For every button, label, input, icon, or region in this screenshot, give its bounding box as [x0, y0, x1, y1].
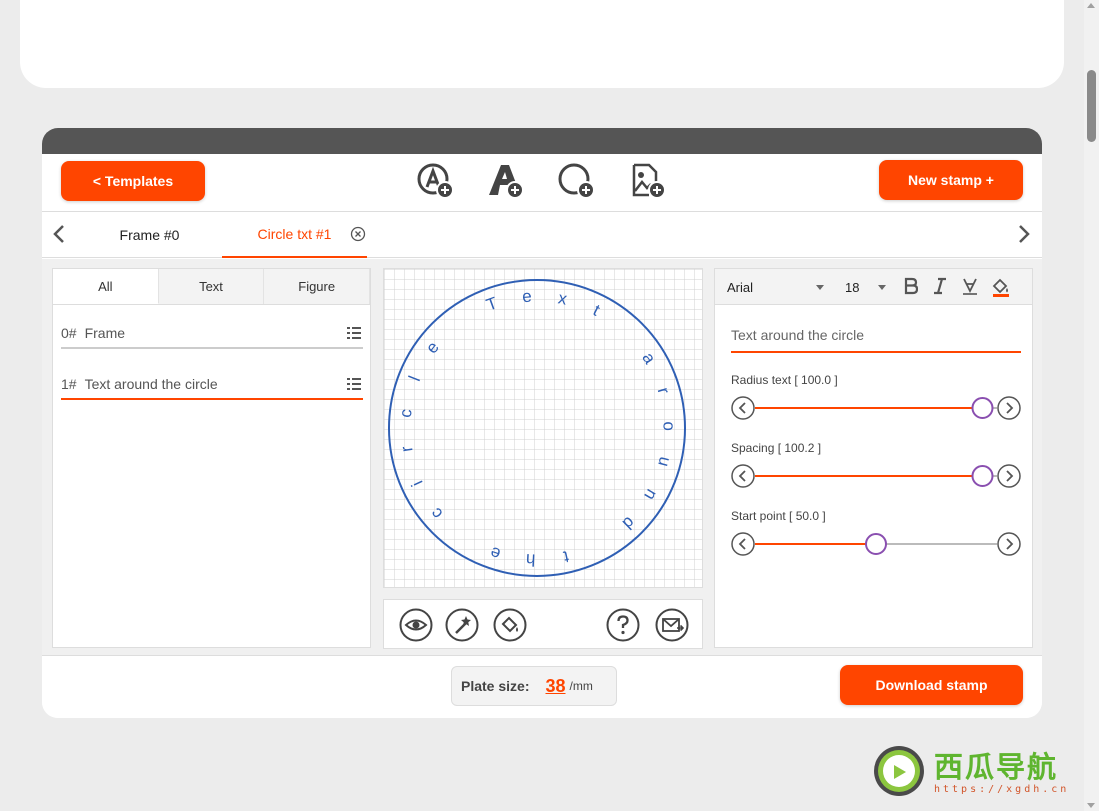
new-stamp-button[interactable]: New stamp + [879, 160, 1023, 200]
editor-toolbar: < Templates New stamp + [42, 154, 1042, 212]
layer-name: Text around the circle [84, 376, 218, 392]
layers-panel: All Text Figure 0# Frame 1# Text around … [52, 268, 371, 648]
text-input[interactable]: Text around the circle [731, 327, 1021, 353]
editor-footer: Plate size: 38 /mm Download stamp [42, 655, 1042, 718]
tab-close-icon[interactable] [350, 226, 366, 242]
watermark-title: 西瓜导航 [934, 750, 1059, 784]
spacing-label: Spacing [ 100.2 ] [731, 441, 822, 455]
page-scrollbar[interactable] [1084, 0, 1099, 811]
slider-knob[interactable] [971, 465, 994, 487]
tab-prev-icon[interactable] [52, 224, 66, 244]
preview-eye-icon[interactable] [399, 608, 433, 642]
bold-icon[interactable] [904, 277, 918, 295]
slider-knob[interactable] [865, 533, 887, 555]
filter-text[interactable]: Text [159, 269, 265, 304]
spacing-slider[interactable] [731, 463, 1021, 489]
tab-circle-text[interactable]: Circle txt #1 [222, 212, 367, 258]
top-card [20, 0, 1064, 88]
slider-increase-icon[interactable] [997, 464, 1021, 488]
italic-icon[interactable] [933, 277, 947, 295]
font-caret-icon[interactable] [816, 285, 824, 290]
layer-item[interactable]: 1# Text around the circle [61, 370, 363, 400]
element-tabs: Frame #0 Circle txt #1 [42, 212, 1042, 258]
radius-label: Radius text [ 100.0 ] [731, 373, 838, 387]
text-format-bar: Arial 18 [715, 269, 1032, 305]
plate-size-box: Plate size: 38 /mm [451, 666, 617, 706]
filter-all[interactable]: All [53, 269, 159, 304]
stamp-canvas[interactable]: Textaroundthecircle [383, 268, 703, 588]
help-icon[interactable] [606, 608, 640, 642]
send-mail-icon[interactable] [655, 608, 689, 642]
add-image-icon[interactable] [627, 161, 669, 201]
download-stamp-button[interactable]: Download stamp [840, 665, 1023, 705]
watermark: 西瓜导航 https://xgdh.cn [872, 740, 1082, 800]
start-point-slider[interactable] [731, 531, 1021, 557]
scroll-up-icon[interactable] [1087, 3, 1095, 8]
watermelon-logo-icon [874, 746, 924, 796]
properties-panel: Arial 18 Text around the circle Radius t… [714, 268, 1033, 648]
layer-name: Frame [84, 325, 126, 341]
slider-decrease-icon[interactable] [731, 396, 755, 420]
slider-increase-icon[interactable] [997, 396, 1021, 420]
add-circle-icon[interactable] [556, 161, 598, 201]
plate-size-value[interactable]: 38 [545, 676, 565, 697]
slider-decrease-icon[interactable] [731, 532, 755, 556]
editor-header-bar [42, 128, 1042, 154]
slider-decrease-icon[interactable] [731, 464, 755, 488]
font-select[interactable]: Arial [727, 280, 753, 295]
circle-text-letter: e [521, 287, 532, 307]
plate-size-unit: /mm [569, 679, 593, 693]
stamp-preview: Te xtaroundthecircle [384, 269, 702, 587]
scroll-thumb[interactable] [1087, 70, 1096, 142]
workarea: All Text Figure 0# Frame 1# Text around … [42, 259, 1042, 655]
size-caret-icon[interactable] [878, 285, 886, 290]
watermark-url: https://xgdh.cn [934, 784, 1070, 795]
radius-slider[interactable] [731, 395, 1021, 421]
fill-color-icon[interactable] [493, 608, 527, 642]
tab-frame[interactable]: Frame #0 [102, 212, 197, 258]
layer-number: 1# [61, 376, 77, 392]
layer-menu-icon[interactable] [347, 376, 361, 392]
add-letter-icon[interactable] [485, 161, 527, 201]
circle-text-letter: o [659, 421, 678, 431]
layer-item[interactable]: 0# Frame [61, 319, 363, 349]
templates-button[interactable]: < Templates [61, 161, 205, 201]
slider-increase-icon[interactable] [997, 532, 1021, 556]
magic-wand-icon[interactable] [445, 608, 479, 642]
text-color-icon[interactable] [991, 277, 1011, 297]
start-point-label: Start point [ 50.0 ] [731, 509, 826, 523]
text-flip-icon[interactable] [961, 277, 979, 297]
scroll-down-icon[interactable] [1087, 803, 1095, 808]
add-text-icon[interactable] [415, 161, 457, 201]
layer-number: 0# [61, 325, 77, 341]
canvas-tools [383, 599, 703, 649]
circle-text-letter: h [525, 550, 535, 569]
slider-knob[interactable] [971, 397, 994, 419]
layer-menu-icon[interactable] [347, 325, 361, 341]
tab-next-icon[interactable] [1017, 224, 1031, 244]
canvas-grid [384, 269, 702, 587]
stamp-editor: < Templates New stamp + Frame #0 Circle … [42, 128, 1042, 718]
plate-size-label: Plate size: [461, 678, 530, 694]
font-size-select[interactable]: 18 [845, 280, 859, 295]
filter-figure[interactable]: Figure [264, 269, 371, 304]
layer-filter-tabs: All Text Figure [53, 269, 371, 305]
